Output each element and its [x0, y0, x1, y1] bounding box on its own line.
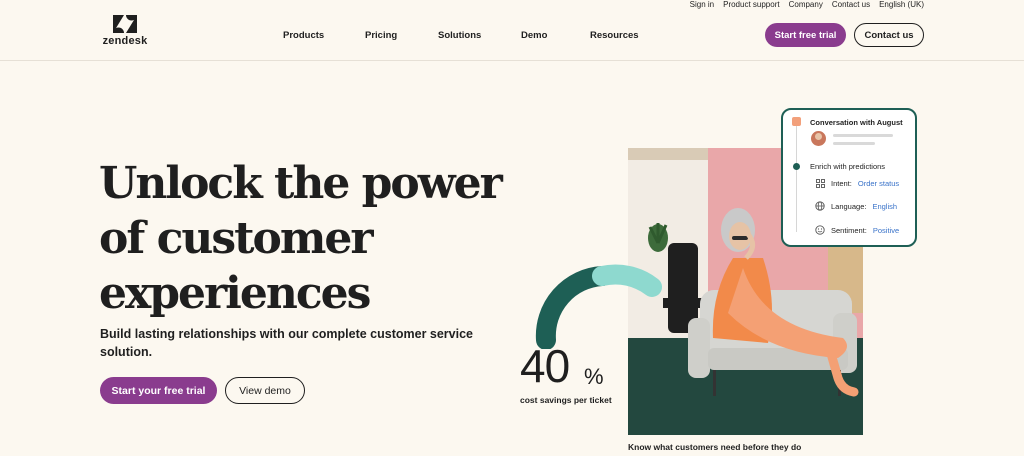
- message-placeholder: [833, 134, 893, 137]
- message-placeholder: [833, 142, 875, 145]
- language-value: English: [872, 201, 898, 211]
- contact-us-button[interactable]: Contact us: [854, 23, 924, 47]
- zendesk-logo[interactable]: zendesk: [100, 14, 150, 48]
- zendesk-mark-icon: [113, 15, 137, 33]
- brand-name: zendesk: [102, 35, 148, 47]
- card-step: Enrich with predictions: [810, 162, 886, 171]
- language-row: Language: English: [815, 201, 897, 211]
- hero-headline: Unlock the power of customer experiences: [99, 156, 519, 321]
- intent-row: Intent: Order status: [815, 178, 899, 188]
- start-your-free-trial-button[interactable]: Start your free trial: [100, 377, 217, 404]
- step-dot-icon: [793, 163, 800, 170]
- view-demo-button[interactable]: View demo: [225, 377, 305, 404]
- hero-caption: Know what customers need before they do: [628, 442, 802, 452]
- savings-arc-graphic: [535, 264, 662, 349]
- nav-solutions[interactable]: Solutions: [438, 30, 521, 41]
- site-header: zendesk Products Pricing Solutions Demo …: [0, 0, 1024, 61]
- sentiment-row: Sentiment: Positive: [815, 225, 899, 235]
- stat-value: 40: [520, 340, 570, 392]
- headline-line: Unlock the power: [99, 158, 503, 209]
- nav-products[interactable]: Products: [283, 30, 365, 41]
- smiley-icon: [815, 225, 825, 235]
- headline-line: of customer: [99, 213, 374, 264]
- avatar: [811, 131, 826, 146]
- sentiment-label: Sentiment:: [831, 225, 867, 235]
- sentiment-value: Positive: [872, 225, 900, 235]
- grid-icon: [815, 178, 825, 188]
- nav-resources[interactable]: Resources: [590, 30, 650, 41]
- stat-unit: %: [584, 364, 604, 389]
- nav-demo[interactable]: Demo: [521, 30, 590, 41]
- stat-label: cost savings per ticket: [520, 395, 612, 405]
- timeline-line: [796, 124, 797, 232]
- main-nav: Products Pricing Solutions Demo Resource…: [283, 30, 650, 41]
- globe-icon: [815, 201, 825, 211]
- conversation-card: Conversation with August Enrich with pre…: [781, 108, 917, 247]
- hero-subhead: Build lasting relationships with our com…: [100, 327, 474, 359]
- intent-label: Intent:: [831, 178, 852, 188]
- nav-pricing[interactable]: Pricing: [365, 30, 438, 41]
- conversation-marker-icon: [792, 117, 801, 126]
- headline-line: experiences: [99, 268, 371, 319]
- intent-value: Order status: [857, 178, 900, 188]
- card-title: Conversation with August: [810, 118, 903, 127]
- start-free-trial-button[interactable]: Start free trial: [765, 23, 846, 47]
- language-label: Language:: [831, 201, 867, 211]
